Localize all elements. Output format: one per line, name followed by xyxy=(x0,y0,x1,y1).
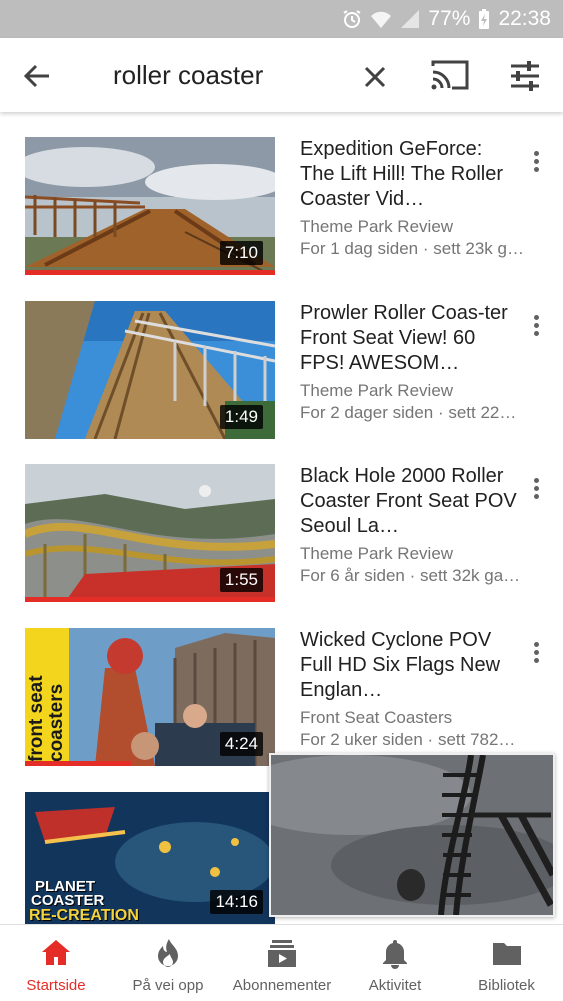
video-stats: For 2 dager siden · sett 22… xyxy=(300,403,517,422)
back-arrow-icon[interactable] xyxy=(20,59,54,93)
watch-progress-bar xyxy=(25,597,275,602)
status-bar: 77% 22:38 xyxy=(0,0,563,38)
video-stats: For 2 uker siden · sett 782… xyxy=(300,730,516,749)
nav-label: Bibliotek xyxy=(478,977,535,994)
video-duration: 4:24 xyxy=(219,732,263,756)
video-title[interactable]: Prowler Roller Coas-ter Front Seat View!… xyxy=(300,301,520,376)
watch-progress-bar xyxy=(25,761,131,766)
video-thumbnail[interactable]: front seat coasters 4:24 xyxy=(25,628,275,766)
more-options-icon[interactable] xyxy=(527,475,545,503)
more-options-icon[interactable] xyxy=(527,312,545,340)
search-bar: roller coaster xyxy=(0,38,563,112)
bottom-navigation: Startside På vei opp Abonnementer Aktivi… xyxy=(0,924,563,1001)
nav-label: Startside xyxy=(26,977,86,994)
trending-icon xyxy=(152,937,184,969)
folder-icon xyxy=(491,937,523,969)
video-meta: Expedition GeForce: The Lift Hill! The R… xyxy=(300,137,524,260)
video-stats: For 6 år siden · sett 32k ga… xyxy=(300,566,521,585)
video-thumbnail[interactable]: 1:55 xyxy=(25,464,275,602)
home-icon xyxy=(40,937,72,969)
more-options-icon[interactable] xyxy=(527,148,545,176)
video-title[interactable]: Wicked Cyclone POV Full HD Six Flags New… xyxy=(300,628,520,703)
thumbnail-title-line2: COASTER xyxy=(31,892,105,909)
clock: 22:38 xyxy=(498,7,551,30)
nav-item-library[interactable]: Bibliotek xyxy=(450,925,563,1001)
video-result[interactable]: front seat coasters 4:24 Wicked Cyclone … xyxy=(0,603,563,767)
video-duration: 1:49 xyxy=(219,405,263,429)
wifi-icon xyxy=(370,9,392,29)
filter-icon[interactable] xyxy=(507,58,543,94)
signal-icon xyxy=(400,9,420,29)
video-thumbnail[interactable]: 7:10 xyxy=(25,137,275,275)
video-channel: Theme Park Review xyxy=(300,217,454,236)
nav-label: Aktivitet xyxy=(368,977,422,994)
video-title[interactable]: Expedition GeForce: The Lift Hill! The R… xyxy=(300,137,520,212)
status-indicators: 77% 22:38 xyxy=(342,0,551,38)
watch-progress-bar xyxy=(25,270,275,275)
video-result[interactable]: 1:49 Prowler Roller Coas-ter Front Seat … xyxy=(0,276,563,440)
nav-label: Abonnementer xyxy=(232,977,332,994)
video-duration: 14:16 xyxy=(210,890,263,914)
battery-percent: 77% xyxy=(428,7,471,30)
video-duration: 1:55 xyxy=(219,568,263,592)
alarm-icon xyxy=(342,9,362,29)
video-duration: 7:10 xyxy=(219,241,263,265)
cast-icon[interactable] xyxy=(430,58,470,92)
thumbnail-title-line3: RE-CREATION xyxy=(29,907,139,924)
video-title[interactable]: Black Hole 2000 Roller Coaster Front Sea… xyxy=(300,464,520,539)
video-meta: Prowler Roller Coas-ter Front Seat View!… xyxy=(300,301,520,424)
nav-item-subscriptions[interactable]: Abonnementer xyxy=(224,925,340,1001)
bell-icon xyxy=(379,937,411,969)
mini-player[interactable] xyxy=(269,753,555,917)
video-result[interactable]: 7:10 Expedition GeForce: The Lift Hill! … xyxy=(0,112,563,276)
thumbnail-side-text: front seat coasters xyxy=(26,675,67,762)
video-result[interactable]: 1:55 Black Hole 2000 Roller Coaster Fron… xyxy=(0,439,563,603)
video-stats: For 1 dag siden · sett 23k g… xyxy=(300,239,524,258)
video-channel: Front Seat Coasters xyxy=(300,708,453,727)
subscriptions-icon xyxy=(266,937,298,969)
video-meta: Wicked Cyclone POV Full HD Six Flags New… xyxy=(300,628,520,751)
nav-item-activity[interactable]: Aktivitet xyxy=(340,925,450,1001)
search-query[interactable]: roller coaster xyxy=(113,60,263,91)
video-channel: Theme Park Review xyxy=(300,381,454,400)
video-thumbnail[interactable]: PLANET COASTER RE-CREATION 14:16 xyxy=(25,792,275,924)
more-options-icon[interactable] xyxy=(527,639,545,667)
nav-label: På vei opp xyxy=(132,977,204,994)
nav-item-startside[interactable]: Startside xyxy=(0,925,112,1001)
nav-item-trending[interactable]: På vei opp xyxy=(112,925,224,1001)
video-meta: Black Hole 2000 Roller Coaster Front Sea… xyxy=(300,464,520,587)
clear-icon[interactable] xyxy=(360,62,390,92)
video-thumbnail[interactable]: 1:49 xyxy=(25,301,275,439)
video-channel: Theme Park Review xyxy=(300,544,454,563)
battery-charging-icon xyxy=(478,8,490,30)
